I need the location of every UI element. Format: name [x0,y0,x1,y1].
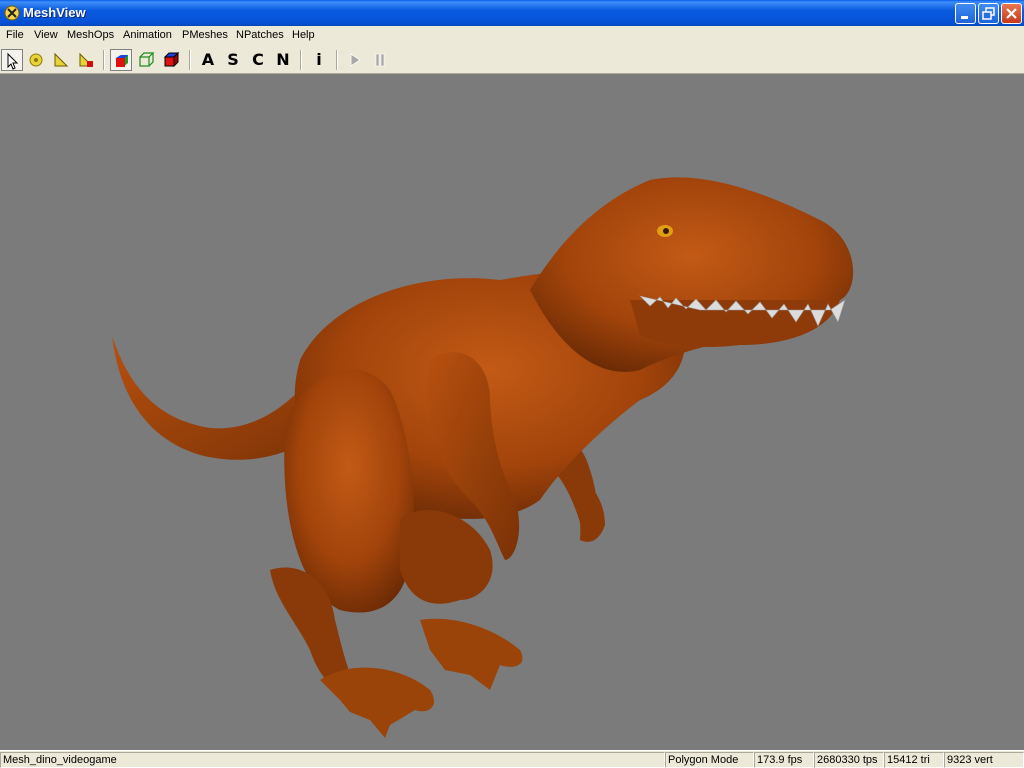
info-button[interactable]: i [308,49,330,71]
close-button[interactable] [1001,3,1022,24]
toolbar-letter-s: S [227,50,239,69]
status-bar: Mesh_dino_videogame Polygon Mode 173.9 f… [0,750,1024,768]
toolbar-letter-c: C [252,50,264,69]
pause-button[interactable] [369,49,391,71]
window-title: MeshView [23,5,86,20]
menu-meshops[interactable]: MeshOps [67,29,114,41]
menu-pmeshes[interactable]: PMeshes [182,29,228,41]
toolbar-letter-a: A [201,50,215,69]
menu-bar: File View MeshOps Animation PMeshes NPat… [0,26,1024,46]
toolbar-button-a[interactable]: A [197,49,219,71]
minimize-button[interactable] [955,3,976,24]
toolbar-button-c[interactable]: C [247,49,269,71]
title-bar[interactable]: MeshView [0,0,1024,26]
menu-npatches[interactable]: NPatches [236,29,284,41]
status-tps: 2680330 tps [814,752,884,768]
toolbar-separator [103,50,105,70]
dinosaur-model[interactable] [0,74,1024,750]
status-fps: 173.9 fps [754,752,814,768]
status-mesh-name: Mesh_dino_videogame [0,752,665,768]
toolbar-button-n[interactable]: N [272,49,294,71]
status-tri: 15412 tri [884,752,944,768]
toolbar-button-s[interactable]: S [222,49,244,71]
textured-render-button[interactable] [160,49,182,71]
menu-animation[interactable]: Animation [123,29,172,41]
wireframe-render-button[interactable] [135,49,157,71]
menu-file[interactable]: File [6,29,24,41]
info-letter: i [316,50,322,69]
play-button[interactable] [344,49,366,71]
status-vert: 9323 vert [944,752,1024,768]
solid-render-button[interactable] [110,49,132,71]
scale-tool-button[interactable] [75,49,97,71]
meshview-app-icon[interactable] [4,5,20,21]
toolbar-separator [336,50,338,70]
rotate-tool-button[interactable] [25,49,47,71]
toolbar-separator [189,50,191,70]
toolbar-separator [300,50,302,70]
toolbar: A S C N i [0,46,1024,74]
menu-view[interactable]: View [34,29,58,41]
toolbar-letter-n: N [276,50,290,69]
select-tool-button[interactable] [1,49,23,71]
translate-tool-button[interactable] [50,49,72,71]
3d-viewport[interactable] [0,74,1024,750]
restore-button[interactable] [978,3,999,24]
menu-help[interactable]: Help [292,29,315,41]
status-mode: Polygon Mode [665,752,754,768]
